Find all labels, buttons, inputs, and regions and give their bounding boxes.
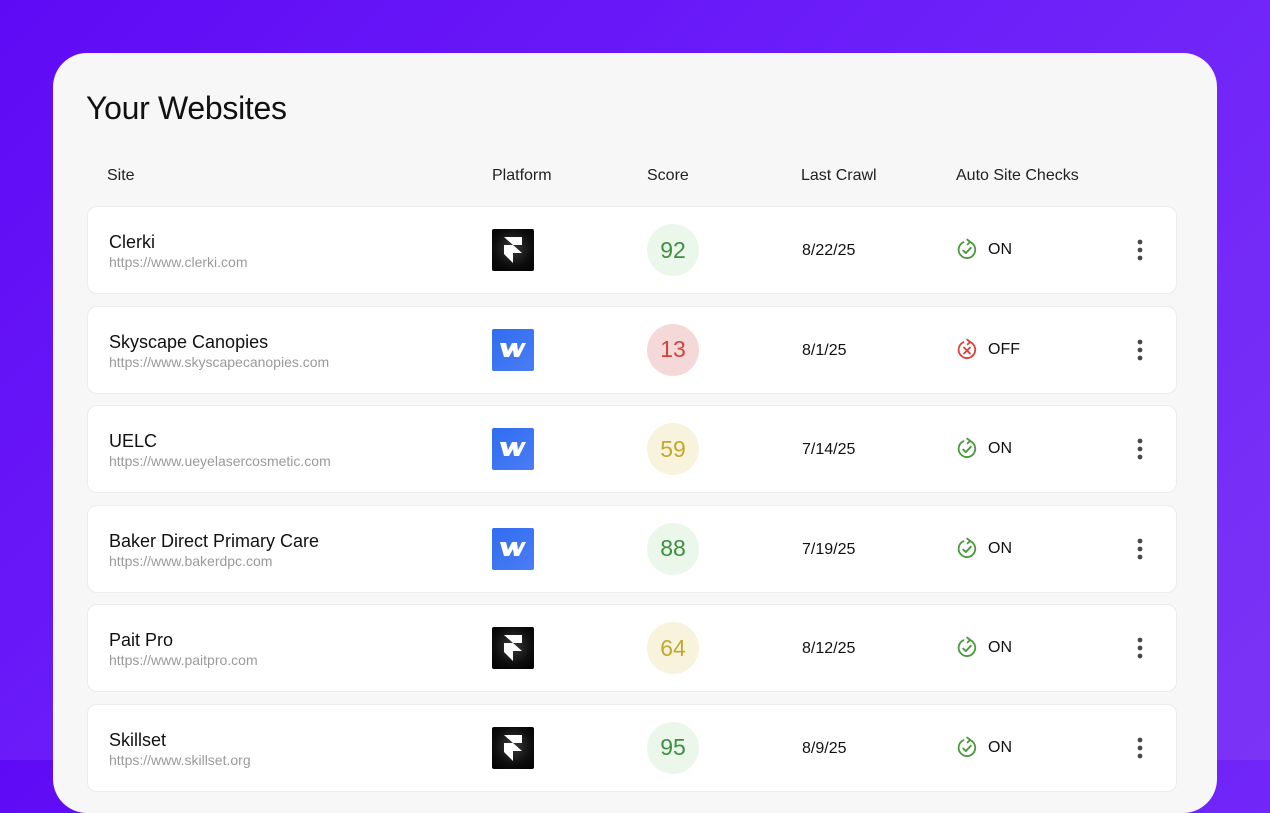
more-options-button[interactable]	[1128, 533, 1152, 565]
table-row[interactable]: Skyscape Canopies https://www.skyscapecan…	[87, 305, 1177, 394]
websites-panel: Your Websites Site Platform Score Last C…	[53, 53, 1217, 813]
page-title: Your Websites	[86, 90, 287, 126]
timer-check-icon	[955, 636, 979, 660]
more-vertical-icon	[1137, 636, 1143, 660]
table-row[interactable]: Skillset https://www.skillset.org 95 8/9/25…	[87, 703, 1177, 792]
table-row[interactable]: Clerki https://www.clerki.com 92 8/22/25 ON	[87, 206, 1177, 294]
last-crawl-date: 8/12/25	[802, 640, 856, 657]
auto-site-checks-label: ON	[988, 738, 1012, 756]
webflow-logo-glyph	[500, 342, 526, 357]
last-crawl-date: 8/1/25	[802, 341, 847, 359]
site-url[interactable]: https://www.bakerdpc.com	[109, 553, 272, 570]
column-header-last-crawl: Last Crawl	[801, 167, 877, 184]
site-name[interactable]: Skillset	[109, 729, 166, 751]
more-options-button[interactable]	[1128, 334, 1152, 366]
more-options-button[interactable]	[1128, 632, 1152, 664]
auto-site-checks-label: ON	[988, 639, 1012, 656]
timer-check-icon	[955, 437, 979, 461]
webflow-logo-icon	[492, 428, 534, 470]
column-header-platform: Platform	[492, 167, 552, 184]
webflow-logo-icon	[492, 527, 534, 570]
auto-site-checks-label: ON	[988, 241, 1012, 258]
table-header: Site Platform Score Last Crawl Auto Site…	[87, 166, 1177, 186]
webflow-logo-glyph	[500, 541, 526, 556]
score-badge: 13	[647, 323, 699, 376]
framer-logo-icon	[492, 229, 534, 271]
site-name[interactable]: Baker Direct Primary Care	[109, 530, 319, 552]
more-vertical-icon	[1137, 537, 1143, 561]
score-badge: 88	[647, 522, 699, 575]
auto-site-checks-toggle[interactable]: ON	[955, 436, 1012, 462]
auto-site-checks-toggle[interactable]: ON	[955, 237, 1012, 263]
site-url[interactable]: https://www.skillset.org	[109, 752, 251, 769]
last-crawl-date: 8/22/25	[802, 242, 856, 259]
score-badge: 64	[647, 622, 699, 674]
last-crawl-date: 8/9/25	[802, 739, 847, 757]
auto-site-checks-toggle[interactable]: ON	[955, 635, 1012, 661]
score-badge: 95	[647, 721, 699, 774]
more-vertical-icon	[1137, 338, 1143, 362]
timer-check-icon	[955, 736, 979, 760]
column-header-site: Site	[107, 167, 135, 184]
site-name[interactable]: Clerki	[109, 231, 155, 253]
timer-check-icon	[955, 537, 979, 561]
column-header-score: Score	[647, 167, 689, 184]
framer-logo-glyph	[504, 237, 522, 263]
site-url[interactable]: https://www.skyscapecanopies.com	[109, 354, 329, 371]
auto-site-checks-toggle[interactable]: ON	[955, 735, 1012, 761]
table-row[interactable]: Baker Direct Primary Care https://www.bak…	[87, 504, 1177, 593]
column-header-auto-site-checks: Auto Site Checks	[956, 167, 1079, 184]
more-vertical-icon	[1137, 437, 1143, 461]
more-options-button[interactable]	[1128, 433, 1152, 465]
auto-site-checks-label: ON	[988, 440, 1012, 457]
framer-logo-glyph	[504, 734, 522, 761]
score-badge: 92	[647, 224, 699, 276]
timer-cross-icon	[955, 338, 979, 362]
site-name[interactable]: Pait Pro	[109, 629, 173, 651]
site-url[interactable]: https://www.clerki.com	[109, 254, 247, 271]
framer-logo-icon	[492, 627, 534, 669]
table-row[interactable]: UELC https://www.ueyelasercosmetic.com 59 7…	[87, 405, 1177, 493]
last-crawl-date: 7/14/25	[802, 441, 856, 458]
site-url[interactable]: https://www.ueyelasercosmetic.com	[109, 453, 331, 470]
webflow-logo-glyph	[500, 442, 526, 456]
auto-site-checks-label: OFF	[988, 340, 1020, 358]
site-name[interactable]: Skyscape Canopies	[109, 331, 268, 353]
more-options-button[interactable]	[1128, 732, 1152, 764]
auto-site-checks-label: ON	[988, 539, 1012, 557]
framer-logo-glyph	[504, 635, 522, 661]
table-row[interactable]: Pait Pro https://www.paitpro.com 64 8/12/25…	[87, 604, 1177, 692]
webflow-logo-icon	[492, 328, 534, 371]
site-name[interactable]: UELC	[109, 430, 157, 452]
site-url[interactable]: https://www.paitpro.com	[109, 652, 258, 669]
auto-site-checks-toggle[interactable]: ON	[955, 536, 1012, 562]
framer-logo-icon	[492, 726, 534, 769]
timer-check-icon	[955, 238, 979, 262]
last-crawl-date: 7/19/25	[802, 540, 856, 558]
more-options-button[interactable]	[1128, 234, 1152, 266]
score-badge: 59	[647, 423, 699, 475]
more-vertical-icon	[1137, 238, 1143, 262]
auto-site-checks-toggle[interactable]: OFF	[955, 337, 1020, 363]
more-vertical-icon	[1137, 736, 1143, 760]
